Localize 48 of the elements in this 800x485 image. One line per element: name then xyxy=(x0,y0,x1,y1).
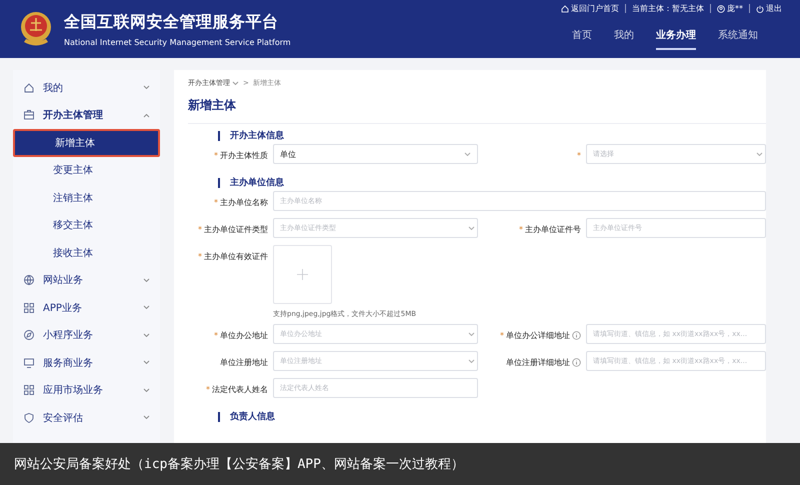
current-entity-text: 当前主体：暂无主体 xyxy=(632,3,704,14)
field-label: 开办主体性质 xyxy=(220,150,268,160)
required-mark: * xyxy=(214,198,218,206)
required-mark: * xyxy=(500,330,504,340)
field-label: 法定代表人姓名 xyxy=(212,384,268,394)
required-mark: * xyxy=(198,224,202,234)
nav-tab[interactable]: 业务办理 xyxy=(656,28,696,50)
field-label: 主办单位证件号 xyxy=(525,224,581,234)
header-link[interactable]: 庞** xyxy=(717,3,743,14)
sidebar-item[interactable]: 小程序业务 xyxy=(13,322,160,349)
nav-tab[interactable]: 我的 xyxy=(614,28,634,50)
sidebar-item[interactable]: APP业务 xyxy=(13,294,160,322)
required-mark: * xyxy=(198,252,202,260)
caption-banner: 网站公安局备案好处（icp备案办理【公安备案】APP、网站备案一次过教程） xyxy=(0,443,800,485)
section-title: 主办单位信息 xyxy=(218,178,766,188)
header-link[interactable]: 退出 xyxy=(756,3,782,14)
sidebar-item[interactable]: 安全评估 xyxy=(13,404,160,432)
field-label: 主办单位名称 xyxy=(220,196,268,208)
section-title: 开办主体信息 xyxy=(218,131,766,141)
nav-tab[interactable]: 首页 xyxy=(572,28,592,50)
field-label: 主办单位证件类型 xyxy=(204,224,268,234)
select-field[interactable]: 单位 xyxy=(273,144,478,164)
sidebar-item[interactable]: 应用市场业务 xyxy=(13,376,160,404)
field-label: 单位注册详细地址 xyxy=(506,356,570,368)
required-mark: * xyxy=(214,150,218,160)
sidebar-subitem[interactable]: 新增主体 xyxy=(13,129,160,156)
field-label: 单位办公地址 xyxy=(220,330,268,340)
sidebar-item[interactable]: 我的 xyxy=(13,74,160,102)
sidebar-subitem[interactable]: 移交主体 xyxy=(13,212,160,239)
field-label: 单位办公详细地址 xyxy=(506,330,570,340)
required-mark: * xyxy=(519,224,523,234)
field-label: 主办单位有效证件 xyxy=(204,250,268,262)
field-label: 单位注册地址 xyxy=(220,356,268,368)
required-mark: * xyxy=(577,150,581,160)
sidebar-subitem[interactable]: 变更主体 xyxy=(13,156,160,184)
section-title: 负责人信息 xyxy=(218,412,766,422)
site-subtitle: National Internet Security Management Service Platform xyxy=(64,38,292,46)
nav-tab[interactable]: 系统通知 xyxy=(718,28,758,50)
sidebar-subitem[interactable]: 接收主体 xyxy=(13,239,160,266)
page-title: 新增主体 xyxy=(188,97,766,124)
site-title: 全国互联网安全管理服务平台 xyxy=(64,12,280,32)
sidebar-subitem[interactable]: 注销主体 xyxy=(13,184,160,212)
required-mark: * xyxy=(214,330,218,340)
required-mark: * xyxy=(206,384,210,394)
header-link[interactable]: 返回门户首页 xyxy=(561,3,619,14)
sidebar-item[interactable]: 服务商业务 xyxy=(13,349,160,376)
sidebar-item[interactable]: 开办主体管理 xyxy=(13,102,160,129)
sidebar-item[interactable]: 网站业务 xyxy=(13,266,160,294)
